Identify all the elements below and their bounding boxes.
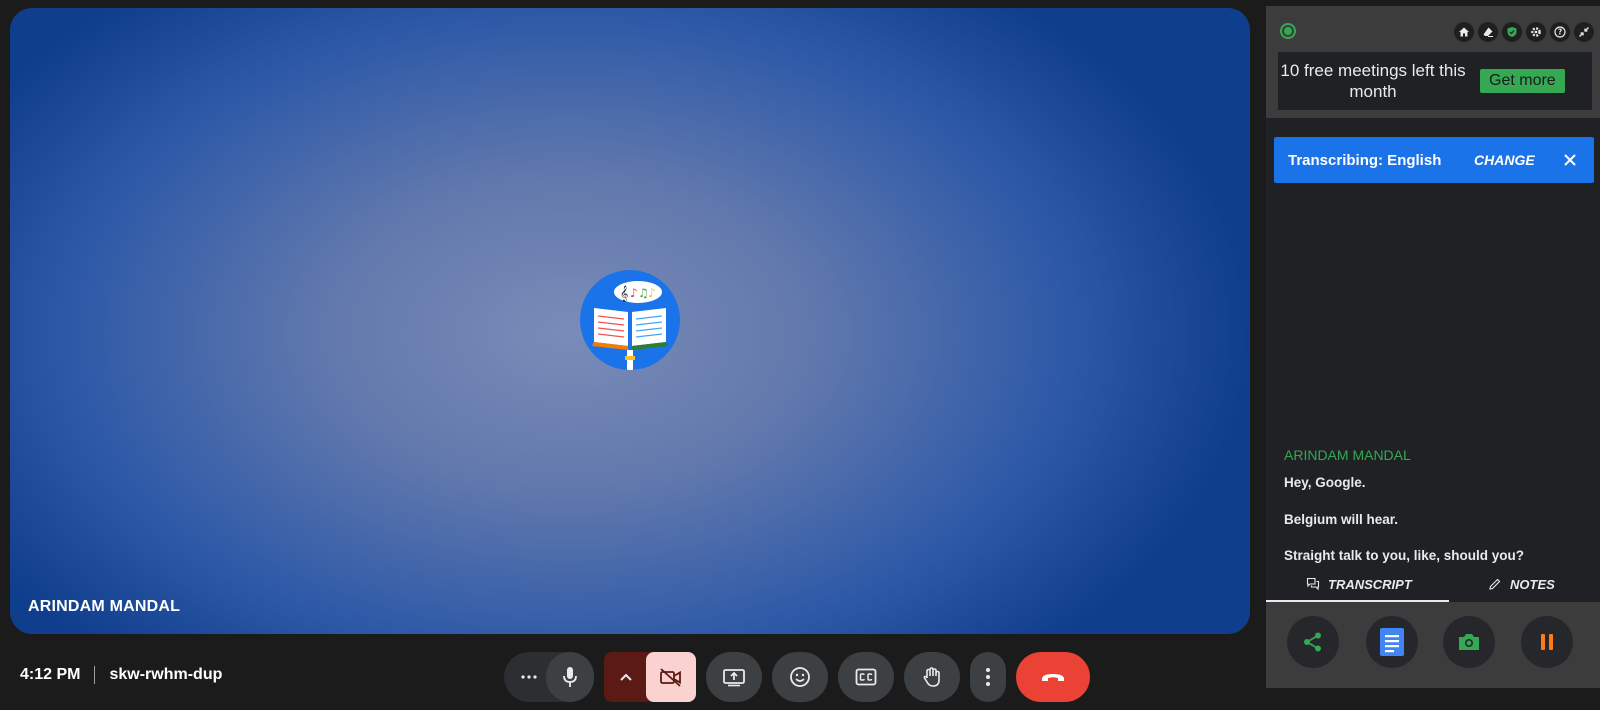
more-options-icon bbox=[521, 675, 537, 679]
microphone-button[interactable] bbox=[546, 652, 594, 702]
end-call-icon bbox=[1042, 674, 1064, 681]
recording-indicator-icon bbox=[1280, 23, 1296, 39]
participant-name: ARINDAM MANDAL bbox=[28, 598, 181, 615]
share-button[interactable] bbox=[1287, 616, 1339, 668]
pause-recording-button[interactable] bbox=[1521, 616, 1573, 668]
panel-dock bbox=[1266, 602, 1600, 688]
help-button[interactable]: ? bbox=[1550, 22, 1570, 42]
transcript-speaker: ARINDAM MANDAL bbox=[1284, 447, 1411, 463]
help-icon: ? bbox=[1554, 26, 1566, 38]
captions-button[interactable] bbox=[838, 652, 894, 702]
emoji-button[interactable] bbox=[772, 652, 828, 702]
tab-transcript-label: TRANSCRIPT bbox=[1328, 576, 1412, 592]
eraser-icon bbox=[1483, 27, 1493, 37]
tab-notes-label: NOTES bbox=[1510, 576, 1555, 592]
microphone-icon bbox=[563, 667, 577, 687]
shield-button[interactable] bbox=[1502, 22, 1522, 42]
divider bbox=[94, 666, 96, 684]
home-icon bbox=[1459, 27, 1469, 37]
present-screen-button[interactable] bbox=[706, 652, 762, 702]
screenshot-button[interactable] bbox=[1443, 616, 1495, 668]
home-button[interactable] bbox=[1454, 22, 1474, 42]
panel-tabs: TRANSCRIPT NOTES bbox=[1266, 566, 1600, 602]
camera-off-icon bbox=[660, 668, 681, 687]
raise-hand-button[interactable] bbox=[904, 652, 960, 702]
collapse-icon bbox=[1579, 27, 1589, 37]
meeting-info: 4:12 PM skw-rwhm-dup bbox=[20, 666, 222, 684]
captions-icon bbox=[855, 668, 877, 686]
camera-toggle-button[interactable] bbox=[646, 652, 696, 702]
transcription-status: Transcribing: English bbox=[1288, 151, 1442, 169]
transcript-icon bbox=[1306, 577, 1320, 591]
more-options-button[interactable] bbox=[510, 652, 548, 702]
end-call-button[interactable] bbox=[1016, 652, 1090, 702]
mic-group bbox=[504, 652, 594, 702]
extension-toolbar: ? bbox=[1454, 22, 1594, 42]
collapse-button[interactable] bbox=[1574, 22, 1594, 42]
transcript-line: Straight talk to you, like, should you? bbox=[1284, 548, 1525, 563]
svg-text:♪: ♪ bbox=[630, 286, 638, 300]
close-icon[interactable] bbox=[1560, 150, 1580, 170]
share-icon bbox=[1304, 632, 1321, 652]
docs-icon bbox=[1380, 628, 1404, 656]
svg-text:𝄞: 𝄞 bbox=[620, 286, 628, 302]
docs-button[interactable] bbox=[1366, 616, 1418, 668]
shield-icon bbox=[1507, 27, 1517, 37]
transcription-banner: Transcribing: English CHANGE bbox=[1274, 137, 1594, 183]
camera-options-button[interactable] bbox=[604, 652, 648, 702]
side-panel: ? 10 free meetings left this month Get m… bbox=[1266, 6, 1600, 688]
more-actions-button[interactable] bbox=[970, 652, 1006, 702]
camera-group bbox=[604, 652, 696, 702]
transcript-line: Hey, Google. bbox=[1284, 475, 1366, 490]
gear-icon bbox=[1531, 27, 1541, 37]
pencil-icon bbox=[1489, 578, 1501, 590]
more-vert-icon bbox=[986, 668, 990, 686]
camera-icon bbox=[1459, 634, 1479, 650]
svg-text:?: ? bbox=[1558, 28, 1562, 37]
promo-box: 10 free meetings left this month Get mor… bbox=[1278, 52, 1592, 110]
video-stage: 𝄞 ♪ ♫ ♪ ARINDAM MANDAL bbox=[10, 8, 1250, 634]
change-language-button[interactable]: CHANGE bbox=[1474, 152, 1535, 168]
get-more-button[interactable]: Get more bbox=[1480, 69, 1565, 93]
music-book-icon: 𝄞 ♪ ♫ ♪ bbox=[592, 281, 668, 370]
tab-notes[interactable]: NOTES bbox=[1488, 566, 1555, 602]
chevron-up-icon bbox=[620, 673, 632, 681]
participant-avatar: 𝄞 ♪ ♫ ♪ bbox=[580, 270, 680, 370]
settings-button[interactable] bbox=[1526, 22, 1546, 42]
meeting-time: 4:12 PM bbox=[20, 666, 81, 683]
eraser-button[interactable] bbox=[1478, 22, 1498, 42]
meeting-code: skw-rwhm-dup bbox=[109, 666, 223, 683]
pause-icon bbox=[1541, 634, 1553, 650]
emoji-icon bbox=[790, 667, 810, 687]
transcript-line: Belgium will hear. bbox=[1284, 512, 1399, 527]
raise-hand-icon bbox=[923, 667, 940, 687]
extension-header: ? 10 free meetings left this month Get m… bbox=[1266, 6, 1600, 118]
present-screen-icon bbox=[723, 669, 745, 687]
svg-text:♪: ♪ bbox=[648, 286, 656, 300]
tab-transcript[interactable]: TRANSCRIPT bbox=[1306, 566, 1412, 602]
promo-text: 10 free meetings left this month bbox=[1280, 61, 1466, 101]
